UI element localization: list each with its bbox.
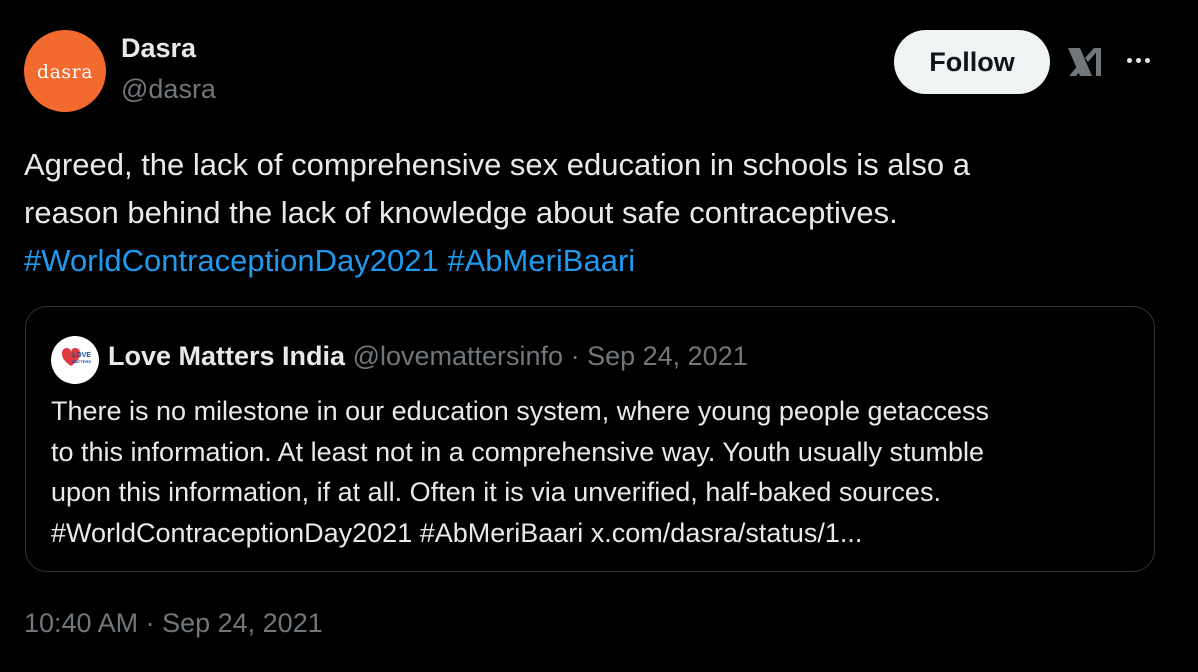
quoted-author-avatar[interactable]: LOVE MATTERS (51, 336, 99, 384)
grok-icon[interactable] (1066, 44, 1106, 80)
quoted-author-handle[interactable]: @lovemattersinfo (353, 341, 564, 371)
quoted-line: upon this information, if at all. Often … (51, 477, 941, 507)
quoted-line: There is no milestone in our education s… (51, 396, 990, 426)
author-avatar[interactable]: dasra (24, 30, 106, 112)
tweet-timestamp: 10:40 AM · Sep 24, 2021 (24, 608, 323, 639)
quoted-header: Love Matters India @lovemattersinfo · Se… (108, 341, 748, 372)
more-options-icon[interactable] (1120, 42, 1156, 78)
tweet-line: reason behind the lack of knowledge abou… (24, 195, 898, 230)
quoted-line: to this information. At least not in a c… (51, 436, 985, 467)
hashtag-link[interactable]: #AbMeriBaari (447, 243, 635, 278)
hashtag-link[interactable]: #WorldContraceptionDay2021 (24, 243, 439, 278)
author-handle[interactable]: @dasra (121, 74, 216, 105)
quoted-line: #WorldContraceptionDay2021 #AbMeriBaari … (51, 517, 863, 548)
quoted-tweet-text: There is no milestone in our education s… (51, 391, 1141, 553)
avatar-logo-text: dasra (36, 61, 94, 83)
love-matters-logo-icon: LOVE MATTERS (62, 348, 91, 366)
tweet-hashtags: #WorldContraceptionDay2021 #AbMeriBaari (24, 237, 1174, 285)
timestamp-time[interactable]: 10:40 AM (24, 608, 138, 638)
quoted-separator: · (563, 341, 588, 371)
svg-text:LOVE: LOVE (72, 352, 91, 359)
quoted-tweet-card[interactable]: LOVE MATTERS Love Matters India @lovemat… (25, 306, 1155, 572)
follow-button[interactable]: Follow (894, 30, 1050, 94)
timestamp-date[interactable]: Sep 24, 2021 (162, 608, 323, 638)
author-display-name[interactable]: Dasra (121, 33, 196, 64)
tweet-text: Agreed, the lack of comprehensive sex ed… (24, 141, 1174, 285)
tweet-line: Agreed, the lack of comprehensive sex ed… (24, 147, 971, 182)
svg-text:MATTERS: MATTERS (72, 359, 91, 364)
quoted-author-name[interactable]: Love Matters India (108, 341, 345, 371)
timestamp-separator: · (138, 608, 163, 638)
quoted-date[interactable]: Sep 24, 2021 (587, 341, 748, 371)
